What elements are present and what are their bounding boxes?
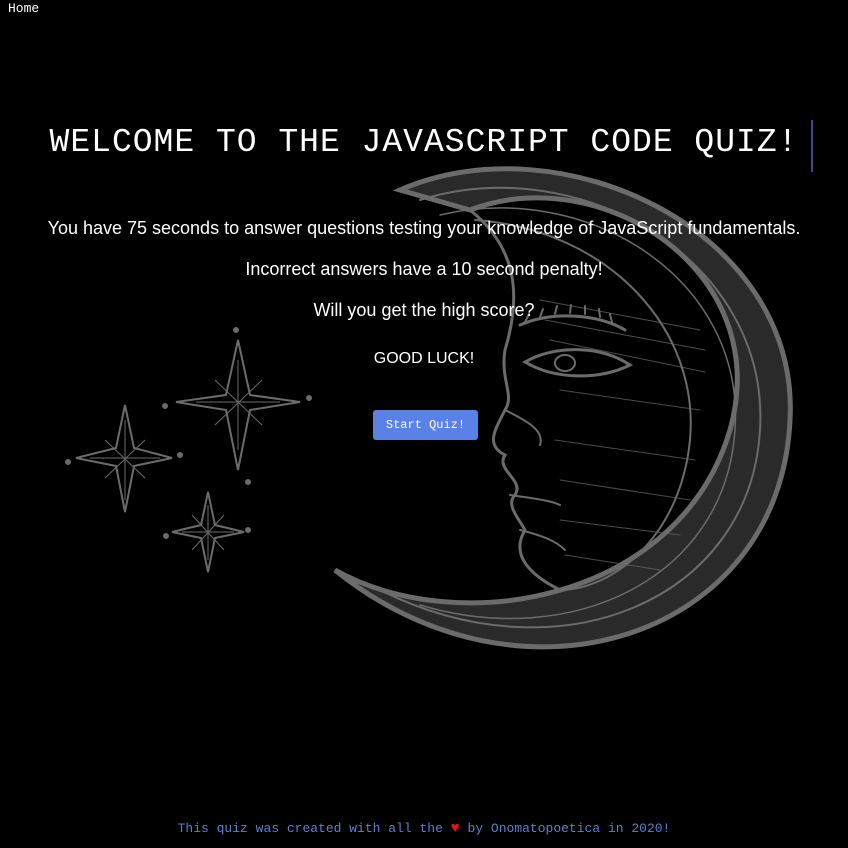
start-quiz-button[interactable]: Start Quiz! [373,410,478,440]
heart-icon: ♥ [450,820,460,837]
footer-prefix: This quiz was created with all the [177,821,443,836]
footer-suffix: by Onomatopoetica in 2020! [467,821,671,836]
intro-line-question: Will you get the high score? [313,300,535,320]
good-luck-text: GOOD LUCK! [373,350,475,367]
page-title: WELCOME TO THE JAVASCRIPT CODE QUIZ! [49,124,799,161]
intro-line-time: You have 75 seconds to answer questions … [47,218,801,238]
title-cursor-bar [811,120,813,172]
intro-line-penalty: Incorrect answers have a 10 second penal… [245,259,603,279]
footer: This quiz was created with all the ♥ by … [0,820,848,837]
home-link[interactable]: Home [8,1,39,16]
